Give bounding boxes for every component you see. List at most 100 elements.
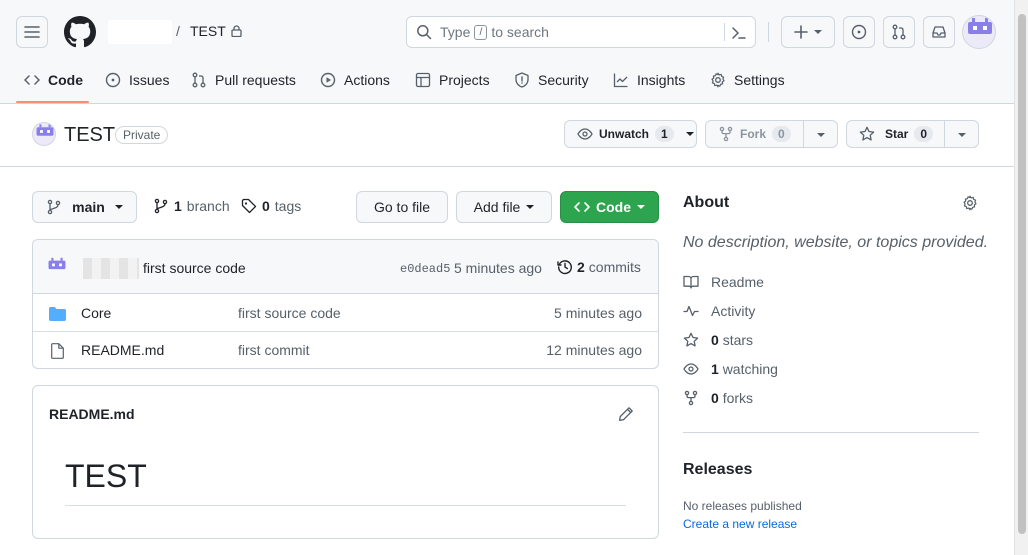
fork-button[interactable]: Fork 0	[705, 120, 838, 148]
commit-author-name[interactable]	[83, 258, 139, 279]
branch-icon	[47, 199, 61, 215]
tab-actions-label: Actions	[344, 72, 390, 88]
about-description: No description, website, or topics provi…	[683, 234, 989, 251]
tab-projects-label: Projects	[439, 72, 490, 88]
github-logo-icon[interactable]	[64, 16, 96, 48]
code-button[interactable]: Code	[560, 191, 659, 223]
tab-code-label: Code	[48, 72, 83, 88]
readme-link[interactable]: Readme	[683, 272, 764, 292]
commit-message[interactable]: first source code	[143, 260, 246, 276]
search-input[interactable]: Type / to search	[406, 16, 756, 48]
file-row[interactable]: Core first source code 5 minutes ago	[33, 295, 658, 332]
menu-button[interactable]	[16, 16, 48, 48]
gear-icon[interactable]	[962, 195, 978, 211]
tab-settings-label: Settings	[734, 72, 785, 88]
commits-link[interactable]: 2 commits	[557, 259, 641, 275]
tab-settings[interactable]: Settings	[710, 66, 785, 94]
file-icon	[51, 343, 64, 359]
readme-heading: TEST	[65, 458, 147, 494]
repo-name-link[interactable]: TEST	[190, 23, 226, 39]
go-to-file-button[interactable]: Go to file	[356, 191, 448, 223]
branch-selector[interactable]: main	[32, 191, 137, 223]
tab-actions[interactable]: Actions	[320, 66, 390, 94]
commit-author-avatar[interactable]	[45, 256, 69, 278]
commit-word: commits	[588, 259, 641, 275]
file-name[interactable]: README.md	[81, 342, 164, 358]
create-new-button[interactable]	[781, 16, 835, 48]
readme-filename[interactable]: README.md	[49, 406, 135, 422]
repo-title[interactable]: TEST	[64, 124, 115, 147]
play-icon	[320, 72, 336, 88]
stars-link[interactable]: 0 stars	[683, 330, 753, 350]
branches-link[interactable]: 1 branch	[153, 198, 230, 214]
unwatch-label: Unwatch	[599, 127, 650, 141]
pull-request-icon	[892, 24, 906, 40]
add-file-button[interactable]: Add file	[456, 191, 552, 223]
star-count: 0	[914, 126, 934, 142]
owner-name[interactable]	[108, 20, 172, 44]
fork-label: Fork	[740, 127, 767, 141]
search-shortcut-key: /	[474, 24, 488, 40]
tab-insights[interactable]: Insights	[613, 66, 685, 94]
create-release-link[interactable]: Create a new release	[683, 517, 797, 531]
add-file-label: Add file	[473, 199, 521, 215]
branch-word: branch	[186, 198, 230, 214]
page-scrollbar[interactable]	[1014, 0, 1028, 555]
tab-code[interactable]: Code	[24, 66, 83, 94]
tags-link[interactable]: 0 tags	[241, 198, 301, 214]
tab-security-label: Security	[538, 72, 589, 88]
file-name[interactable]: Core	[81, 305, 111, 321]
tab-security[interactable]: Security	[514, 66, 589, 94]
avatar-identicon	[48, 257, 66, 270]
user-avatar[interactable]	[962, 15, 996, 49]
star-label: Star	[885, 127, 909, 141]
unwatch-button[interactable]: Unwatch 1	[564, 120, 697, 148]
eye-icon	[683, 363, 699, 375]
visibility-badge: Private	[115, 126, 169, 144]
star-button[interactable]: Star 0	[846, 120, 979, 148]
code-icon	[24, 75, 40, 85]
shield-icon	[515, 72, 529, 88]
scrollbar-thumb[interactable]	[1018, 14, 1026, 534]
chevron-down-icon	[114, 205, 123, 209]
commit-sha[interactable]: e0dead5	[400, 262, 450, 276]
forks-link[interactable]: 0 forks	[683, 388, 753, 408]
global-header: / TEST Type / to search Code Issues Pull…	[0, 0, 1014, 104]
pencil-icon[interactable]	[618, 406, 634, 422]
sidebar-divider	[683, 432, 979, 433]
star-icon	[683, 332, 699, 347]
releases-title[interactable]: Releases	[683, 461, 752, 479]
avatar-identicon	[968, 18, 992, 34]
eye-icon	[577, 128, 593, 140]
file-row[interactable]: README.md first commit 12 minutes ago	[33, 331, 658, 368]
plus-icon	[794, 25, 808, 39]
active-tab-indicator	[16, 101, 89, 103]
chevron-down-icon	[526, 205, 535, 209]
file-commit-message[interactable]: first source code	[238, 305, 341, 321]
watch-count: 1	[655, 126, 674, 142]
issues-button[interactable]	[843, 16, 875, 48]
history-icon	[557, 260, 572, 275]
readme-heading-divider	[65, 505, 626, 506]
chevron-down-icon	[814, 30, 822, 34]
watching-link[interactable]: 1 watching	[683, 359, 778, 379]
command-palette-icon[interactable]	[731, 25, 747, 41]
commit-time: 5 minutes ago	[454, 260, 542, 276]
inbox-button[interactable]	[923, 16, 955, 48]
tab-issues[interactable]: Issues	[105, 66, 169, 94]
pull-requests-button[interactable]	[883, 16, 915, 48]
activity-link[interactable]: Activity	[683, 301, 755, 321]
tab-projects[interactable]: Projects	[415, 66, 490, 94]
code-button-label: Code	[596, 199, 631, 215]
lock-icon	[231, 25, 242, 37]
about-title: About	[683, 194, 730, 211]
file-commit-message[interactable]: first commit	[238, 342, 310, 358]
branch-name: main	[72, 199, 105, 215]
forks-count: 0	[711, 390, 719, 406]
branch-icon	[154, 198, 168, 214]
watching-word: watching	[722, 361, 778, 377]
tab-pull-requests[interactable]: Pull requests	[191, 66, 296, 94]
readme-link-label: Readme	[711, 274, 764, 290]
repo-owner-avatar	[32, 122, 56, 146]
stars-word: stars	[722, 332, 754, 348]
